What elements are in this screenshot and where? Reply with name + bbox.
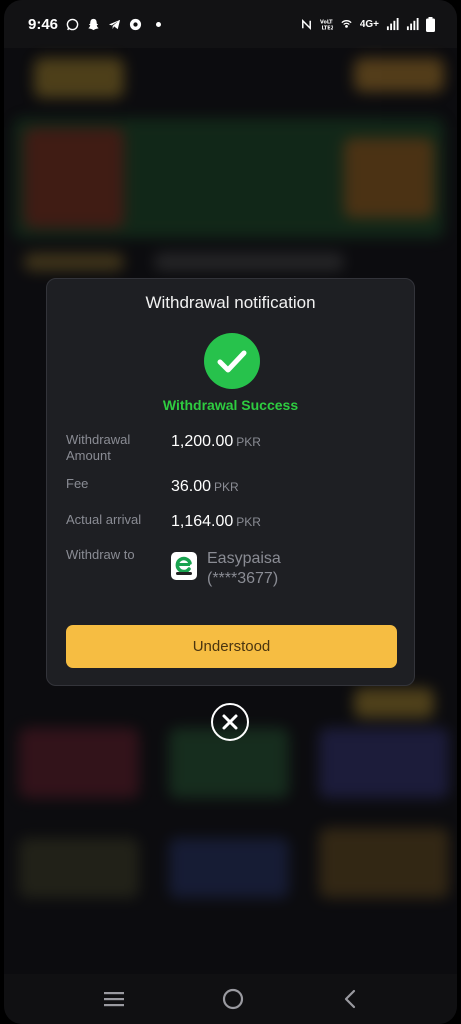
arrival-number: 1,164.00 bbox=[171, 513, 234, 530]
telegram-icon bbox=[108, 19, 121, 29]
arrival-label: Actual arrival bbox=[66, 512, 142, 527]
recent-apps-icon[interactable] bbox=[103, 990, 125, 1008]
nfc-icon bbox=[301, 18, 311, 30]
easypaisa-logo bbox=[171, 552, 197, 580]
battery-icon bbox=[426, 16, 435, 32]
method-account: (****3677) bbox=[207, 570, 279, 587]
arrival-currency: PKR bbox=[236, 515, 261, 529]
withdraw-to-label: Withdraw to bbox=[66, 547, 135, 562]
close-icon[interactable] bbox=[211, 703, 249, 741]
withdraw-method: Easypaisa (****3677) bbox=[207, 549, 281, 589]
fee-number: 36.00 bbox=[171, 478, 212, 495]
withdrawal-status: Withdrawal Success bbox=[162, 397, 299, 413]
amount-number: 1,200.00 bbox=[171, 433, 234, 450]
whatsapp-icon bbox=[66, 18, 79, 30]
system-nav-bar bbox=[4, 974, 457, 1024]
signal-icon bbox=[386, 17, 399, 30]
check-icon bbox=[204, 333, 260, 389]
home-icon[interactable] bbox=[222, 988, 244, 1010]
dialog-title: Withdrawal notification bbox=[145, 293, 316, 312]
method-name: Easypaisa bbox=[207, 550, 281, 567]
fee-value: 36.00 PKR bbox=[171, 478, 239, 496]
fee-currency: PKR bbox=[214, 480, 239, 494]
arrival-value: 1,164.00 PKR bbox=[171, 513, 261, 531]
hotspot-icon bbox=[341, 19, 352, 28]
amount-label: Withdrawal Amount bbox=[66, 432, 131, 463]
volte-icon: VoLTELTE2 bbox=[320, 19, 333, 31]
understood-button[interactable]: Understood bbox=[66, 625, 397, 668]
snapchat-icon bbox=[88, 18, 99, 30]
network-type: 4G+ bbox=[359, 18, 379, 30]
back-icon[interactable] bbox=[342, 989, 358, 1009]
amount-value: 1,200.00 PKR bbox=[171, 433, 261, 451]
phone-screen: 9:46 VoLTELTE2 4G+ bbox=[4, 0, 457, 1024]
amount-currency: PKR bbox=[236, 435, 261, 449]
status-bar: 9:46 VoLTELTE2 4G+ bbox=[4, 0, 457, 48]
fee-label: Fee bbox=[66, 476, 89, 491]
chrome-icon bbox=[129, 18, 142, 30]
withdrawal-notification-dialog: Withdrawal notification Withdrawal Succe… bbox=[46, 278, 415, 686]
svg-text:LTE2: LTE2 bbox=[321, 25, 332, 31]
signal-icon-2 bbox=[406, 17, 419, 30]
status-time: 9:46 bbox=[28, 15, 59, 33]
notification-dot bbox=[156, 21, 162, 27]
